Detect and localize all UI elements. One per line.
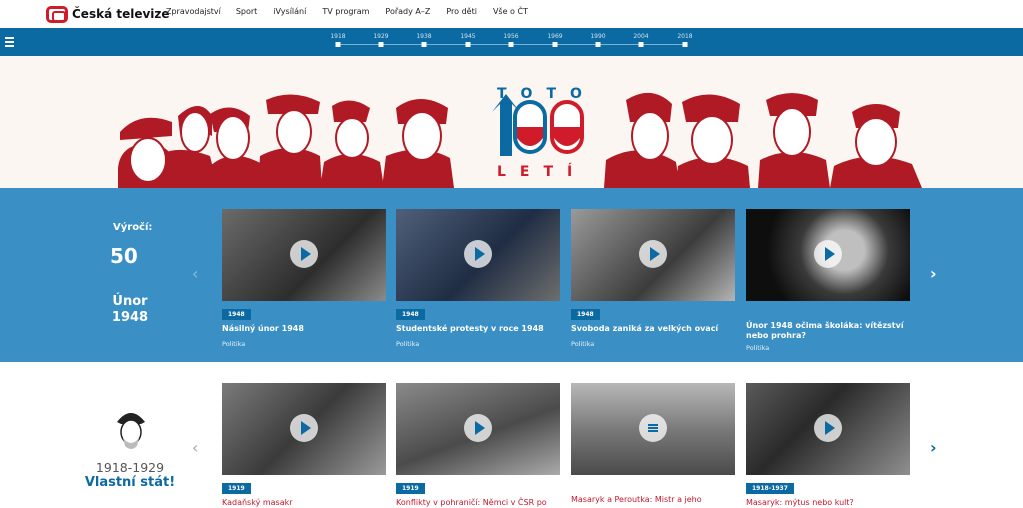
nav-pro-deti[interactable]: Pro děti: [446, 7, 477, 16]
timeline-dot[interactable]: [595, 42, 601, 47]
video-thumbnail[interactable]: [746, 209, 910, 301]
next-arrow-icon[interactable]: ›: [930, 264, 937, 283]
logo-text: Česká televize: [72, 7, 170, 21]
era-title[interactable]: Vlastní stát!: [80, 475, 180, 490]
timeline-year[interactable]: 1918: [330, 33, 345, 40]
video-card[interactable]: 1918-1937 Masaryk: mýtus nebo kult?: [746, 383, 910, 508]
timeline-year[interactable]: 1938: [416, 33, 431, 40]
timeline-dot[interactable]: [378, 42, 384, 47]
video-thumbnail[interactable]: [222, 209, 386, 301]
video-thumbnail[interactable]: [396, 209, 560, 301]
year-badge: 1948: [396, 309, 425, 320]
video-category[interactable]: Politika: [396, 340, 560, 348]
masaryk-portrait-icon: [117, 413, 145, 449]
year-badge: 1918-1937: [746, 483, 794, 494]
leti-text: LETÍ: [497, 164, 587, 180]
video-card[interactable]: 1948 Svoboda zaniká za velkých ovací Pol…: [571, 209, 735, 348]
video-category[interactable]: Politika: [222, 340, 386, 348]
video-thumbnail[interactable]: [571, 383, 735, 475]
video-card[interactable]: 1948 Násilný únor 1948 Politika: [222, 209, 386, 348]
hero-banner: TOTO LETÍ: [0, 56, 1023, 188]
timeline-bar: 1918 1929 1938 1945 1956 1969 1990 2004 …: [0, 28, 1023, 56]
hundred-logo: [492, 94, 584, 156]
timeline-dot[interactable]: [508, 42, 514, 47]
video-title[interactable]: Únor 1948 očima školáka: vítězství nebo …: [746, 321, 910, 341]
video-title[interactable]: Masaryk: mýtus nebo kult?: [746, 498, 910, 508]
play-icon[interactable]: [464, 414, 492, 442]
timeline-year[interactable]: 1990: [590, 33, 605, 40]
fifty-number: 50: [110, 244, 138, 268]
video-card[interactable]: Masaryk a Peroutka: Mistr a jeho: [571, 383, 735, 505]
timeline-year[interactable]: 1969: [547, 33, 562, 40]
main-nav: Zpravodajství Sport iVysílání TV program…: [166, 7, 544, 16]
play-icon[interactable]: [464, 240, 492, 268]
video-title[interactable]: Masaryk a Peroutka: Mistr a jeho: [571, 495, 735, 505]
video-thumbnail[interactable]: [571, 209, 735, 301]
play-icon[interactable]: [290, 414, 318, 442]
prev-arrow-icon[interactable]: ‹: [192, 438, 198, 457]
section-title: Únor 1948: [100, 294, 160, 326]
timeline-dot[interactable]: [421, 42, 427, 47]
timeline-dot[interactable]: [552, 42, 558, 47]
video-thumbnail[interactable]: [222, 383, 386, 475]
timeline-dot[interactable]: [682, 42, 688, 47]
timeline-dot[interactable]: [638, 42, 644, 47]
playlist-icon[interactable]: [639, 414, 667, 442]
nav-tv-program[interactable]: TV program: [322, 7, 369, 16]
video-card[interactable]: 1919 Konflikty v pohraničí: Němci v ČSR …: [396, 383, 560, 508]
menu-icon[interactable]: [5, 37, 14, 47]
timeline-year[interactable]: 1956: [503, 33, 518, 40]
video-title[interactable]: Násilný únor 1948: [222, 324, 386, 334]
section-label: Výročí:: [113, 222, 153, 233]
play-icon[interactable]: [290, 240, 318, 268]
play-icon[interactable]: [639, 240, 667, 268]
year-badge: 1919: [396, 483, 425, 494]
play-icon[interactable]: [814, 240, 842, 268]
year-badge: 1948: [222, 309, 251, 320]
timeline-year[interactable]: 1945: [460, 33, 475, 40]
section-title-line1: Únor: [112, 294, 148, 309]
video-thumbnail[interactable]: [396, 383, 560, 475]
year-badge: 1919: [222, 483, 251, 494]
timeline-year[interactable]: 2004: [633, 33, 648, 40]
era-years: 1918-1929: [95, 460, 165, 475]
video-thumbnail[interactable]: [746, 383, 910, 475]
video-title[interactable]: Studentské protesty v roce 1948: [396, 324, 560, 334]
timeline-dot[interactable]: [335, 42, 341, 47]
nav-zpravodajstvi[interactable]: Zpravodajství: [166, 7, 221, 16]
timeline-dot[interactable]: [465, 42, 471, 47]
timeline-year[interactable]: 1929: [373, 33, 388, 40]
video-card[interactable]: 1948 Studentské protesty v roce 1948 Pol…: [396, 209, 560, 348]
video-title[interactable]: Konflikty v pohraničí: Němci v ČSR po: [396, 498, 560, 508]
top-bar: Česká televize Zpravodajství Sport iVysí…: [0, 0, 1023, 28]
nav-porady[interactable]: Pořady A–Z: [385, 7, 430, 16]
video-title[interactable]: Kadaňský masakr: [222, 498, 386, 508]
anniversary-section: Výročí: 50 Únor 1948 ‹ › 1948 Násilný ún…: [0, 188, 1023, 362]
section-title-line2: 1948: [111, 310, 149, 325]
next-arrow-icon[interactable]: ›: [930, 438, 937, 457]
ct-logo-icon: [46, 5, 68, 23]
play-icon[interactable]: [814, 414, 842, 442]
year-badge: 1948: [571, 309, 600, 320]
video-title[interactable]: Svoboda zaniká za velkých ovací: [571, 324, 735, 334]
ct-logo[interactable]: Česká televize: [46, 4, 170, 24]
toto-text: TOTO: [497, 86, 596, 102]
video-card[interactable]: Únor 1948 očima školáka: vítězství nebo …: [746, 209, 910, 352]
nav-ivysilani[interactable]: iVysílání: [273, 7, 306, 16]
video-card[interactable]: 1919 Kadaňský masakr: [222, 383, 386, 508]
video-category[interactable]: Politika: [571, 340, 735, 348]
prev-arrow-icon[interactable]: ‹: [192, 264, 198, 283]
timeline-year[interactable]: 2018: [677, 33, 692, 40]
nav-sport[interactable]: Sport: [236, 7, 257, 16]
video-category[interactable]: Politika: [746, 344, 910, 352]
fifty-badge: 50: [110, 244, 150, 268]
nav-vse-o-ct[interactable]: Vše o ČT: [493, 7, 528, 16]
